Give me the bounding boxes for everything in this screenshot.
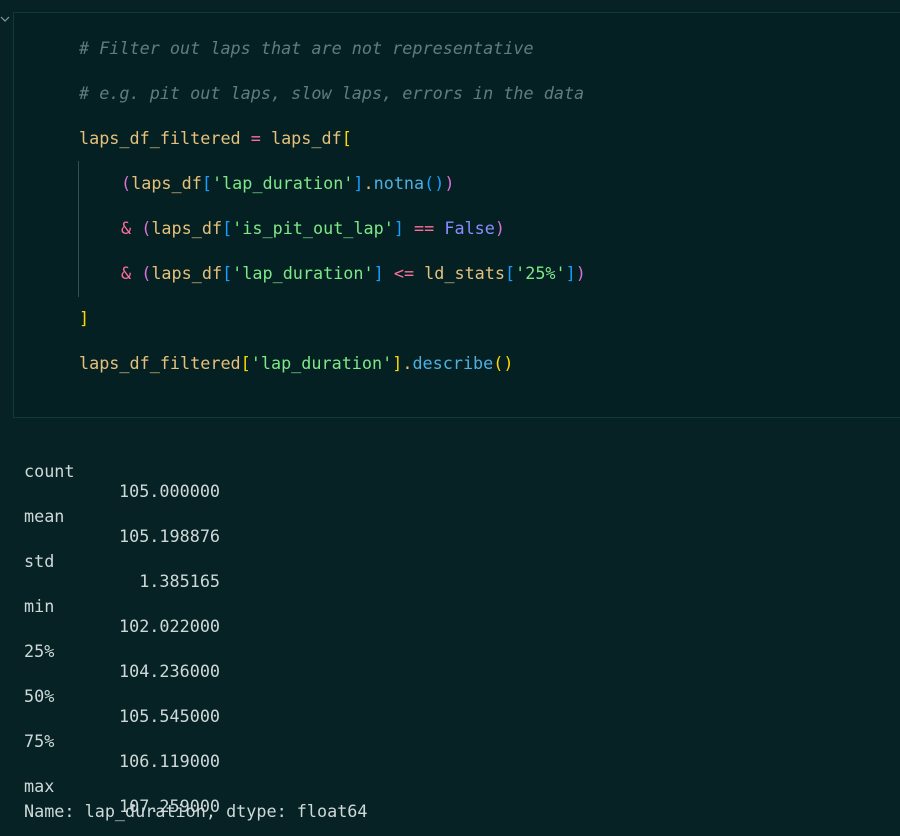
code-token: &	[121, 263, 142, 283]
output-row-value: 1.385165	[119, 571, 221, 591]
code-token: False	[444, 218, 495, 238]
code-token: [	[201, 173, 212, 193]
code-token: laps_df_filtered	[79, 353, 241, 373]
output-row-label: min	[24, 596, 55, 616]
output-row-label: max	[24, 776, 55, 796]
code-token: ]	[393, 218, 404, 238]
code-token: &	[121, 218, 142, 238]
output-row-value: 102.022000	[119, 616, 221, 636]
output-row-label: count	[24, 461, 75, 481]
output-row: max 107.259000	[24, 756, 220, 836]
code-token: )	[575, 263, 586, 283]
code-token: ld_stats	[414, 263, 505, 283]
code-token: [	[505, 263, 516, 283]
code-line: laps_df_filtered = laps_df[	[79, 128, 352, 148]
code-token: '25%'	[515, 263, 566, 283]
code-token: [	[222, 263, 233, 283]
output-row-value: 104.236000	[119, 661, 221, 681]
indent-guide	[78, 161, 79, 297]
output-row-value: 105.000000	[119, 481, 221, 501]
code-token: =	[250, 128, 261, 148]
output-row-label: std	[24, 551, 55, 571]
code-token: laps_df	[151, 263, 223, 283]
code-token: 'lap_duration'	[211, 173, 354, 193]
code-line: laps_df_filtered['lap_duration'].describ…	[79, 353, 513, 373]
code-token: ()	[424, 173, 445, 193]
code-token: laps_df	[260, 128, 342, 148]
code-token: ]	[353, 173, 364, 193]
code-token: notna	[373, 173, 425, 193]
chevron-down-icon[interactable]	[0, 13, 11, 25]
output-row-label: 50%	[24, 686, 55, 706]
code-token: .	[402, 353, 413, 373]
code-token: # Filter out laps that are not represent…	[79, 38, 534, 58]
code-token: [	[341, 128, 352, 148]
code-token: laps_df	[151, 218, 223, 238]
code-token: ]	[373, 263, 384, 283]
code-token: (	[141, 218, 152, 238]
code-token: ()	[493, 353, 514, 373]
code-token: describe	[412, 353, 494, 373]
code-line: # Filter out laps that are not represent…	[79, 38, 534, 58]
code-token: ]	[565, 263, 576, 283]
output-row-value: 105.198876	[119, 526, 221, 546]
code-token: laps_df_filtered	[79, 128, 251, 148]
output-row-label: mean	[24, 506, 65, 526]
code-token: ==	[414, 218, 435, 238]
code-token: laps_df	[131, 173, 202, 193]
code-token: )	[444, 173, 455, 193]
code-line: & (laps_df['is_pit_out_lap'] == False)	[121, 218, 505, 238]
code-token: # e.g. pit out laps, slow laps, errors i…	[79, 83, 585, 103]
code-token: 'lap_duration'	[250, 353, 393, 373]
code-line: ]	[79, 308, 89, 328]
code-token: )	[494, 218, 506, 238]
code-token: <=	[393, 263, 415, 283]
code-line: (laps_df['lap_duration'].notna())	[121, 173, 454, 193]
code-token: ]	[79, 308, 90, 328]
output-row-label: 25%	[24, 641, 55, 661]
code-token: [	[240, 353, 251, 373]
code-token: ]	[392, 353, 403, 373]
code-cell[interactable]: # Filter out laps that are not represent…	[13, 12, 900, 418]
code-token: .	[363, 173, 374, 193]
code-token: 'lap_duration'	[232, 263, 374, 283]
output-row-value: 105.545000	[119, 706, 221, 726]
code-token: (	[121, 173, 132, 193]
code-line: # e.g. pit out laps, slow laps, errors i…	[79, 83, 584, 103]
code-line: & (laps_df['lap_duration'] <= ld_stats['…	[121, 263, 586, 283]
output-row-value: 106.119000	[119, 751, 221, 771]
code-token: 'is_pit_out_lap'	[232, 218, 394, 238]
output-series-footer: Name: lap_duration, dtype: float64	[24, 801, 368, 821]
output-row-label: 75%	[24, 731, 55, 751]
code-token: [	[222, 218, 233, 238]
code-token: (	[141, 263, 152, 283]
